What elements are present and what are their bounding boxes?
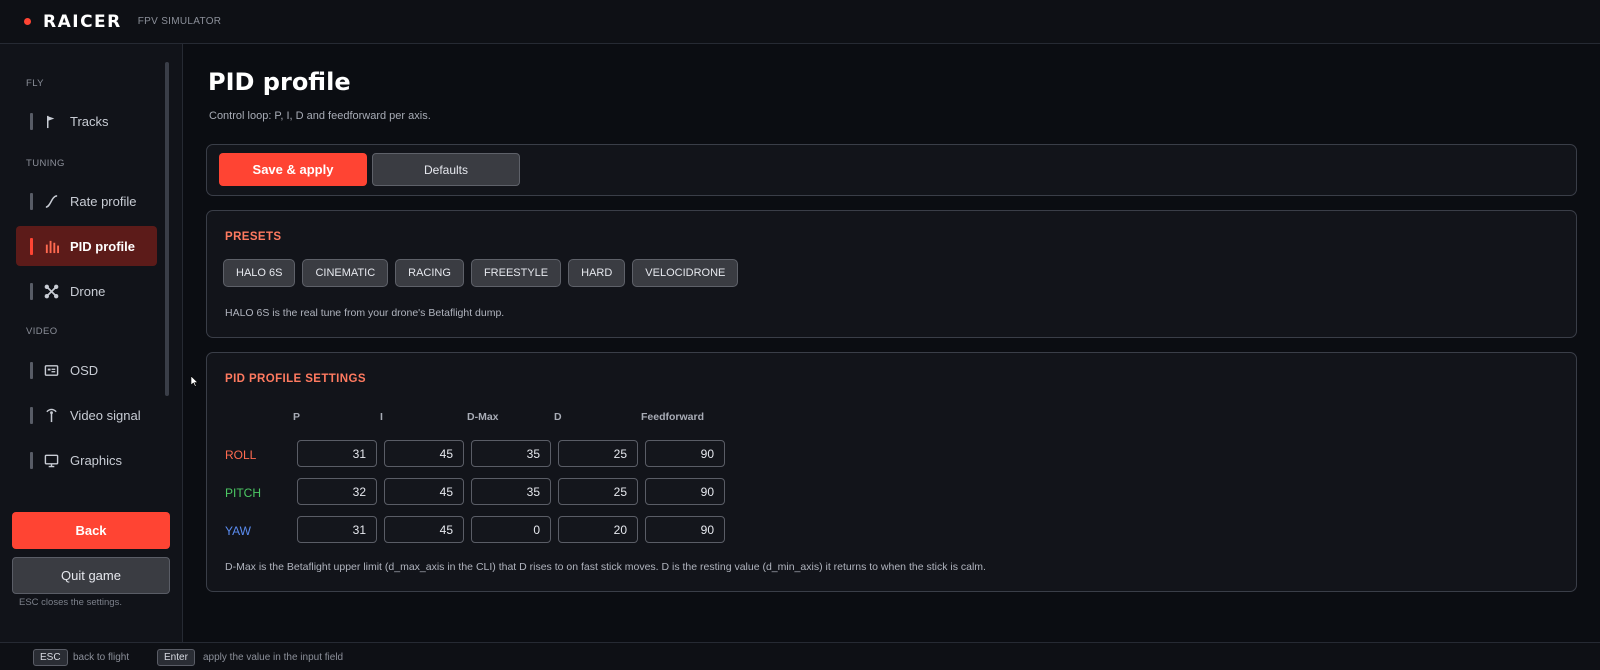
save-apply-button[interactable]: Save & apply — [219, 153, 367, 186]
pitch-p-input[interactable] — [297, 478, 377, 505]
monitor-icon — [43, 452, 59, 468]
preset-note: HALO 6S is the real tune from your drone… — [225, 307, 505, 319]
esc-key-badge: ESC — [33, 649, 68, 666]
pid-settings-panel: PID PROFILE SETTINGS P I D-Max D Feedfor… — [206, 352, 1577, 592]
yaw-d-max-input[interactable] — [471, 516, 551, 543]
pitch-i-input[interactable] — [384, 478, 464, 505]
presets-heading: PRESETS — [225, 231, 282, 243]
sidebar-item-label: Tracks — [70, 113, 109, 129]
nav-indicator — [30, 192, 33, 210]
yaw-d-input[interactable] — [558, 516, 638, 543]
sidebar-item-drone[interactable]: Drone — [16, 271, 157, 311]
preset-cinematic-button[interactable]: CINEMATIC — [302, 259, 389, 287]
sidebar-item-osd[interactable]: OSD — [16, 350, 157, 390]
yaw-p-input[interactable] — [297, 516, 377, 543]
sidebar-item-label: OSD — [70, 362, 99, 378]
pitch-feedforward-input[interactable] — [645, 478, 725, 505]
nav-indicator — [30, 451, 33, 469]
preset-list: HALO 6S CINEMATIC RACING FREESTYLE HARD … — [223, 259, 739, 287]
row-label-roll: ROLL — [225, 448, 257, 462]
bottom-hint-bar: ESC back to flight Enter apply the value… — [0, 642, 1600, 670]
section-label-tuning: TUNING — [26, 158, 65, 169]
row-label-pitch: PITCH — [225, 486, 261, 500]
column-header-p: P — [293, 411, 301, 423]
sidebar-scrollbar[interactable] — [165, 62, 169, 396]
enter-hint: apply the value in the input field — [203, 652, 344, 663]
esc-note: ESC closes the settings. — [19, 597, 122, 608]
presets-panel: PRESETS HALO 6S CINEMATIC RACING FREESTY… — [206, 210, 1577, 338]
sidebar: FLY Tracks TUNING Rate profile PID profi… — [0, 44, 183, 642]
top-bar: RAICER FPV SIMULATOR — [0, 0, 1600, 44]
esc-hint: back to flight — [73, 652, 130, 663]
nav-indicator — [30, 237, 33, 255]
main-content: PID profile Control loop: P, I, D and fe… — [184, 44, 1600, 642]
column-header-feedforward: Feedforward — [641, 411, 705, 423]
page-title: PID profile — [208, 68, 351, 96]
app-subtitle: FPV SIMULATOR — [137, 16, 222, 27]
sidebar-item-video-signal[interactable]: Video signal — [16, 395, 157, 435]
roll-p-input[interactable] — [297, 440, 377, 467]
pitch-d-input[interactable] — [558, 478, 638, 505]
preset-racing-button[interactable]: RACING — [395, 259, 464, 287]
osd-icon — [43, 362, 59, 378]
sidebar-item-label: Rate profile — [70, 193, 137, 209]
roll-d-input[interactable] — [558, 440, 638, 467]
nav-indicator — [30, 406, 33, 424]
sidebar-item-pid-profile[interactable]: PID profile — [16, 226, 157, 266]
page-subtitle: Control loop: P, I, D and feedforward pe… — [209, 110, 431, 122]
preset-velocidrone-button[interactable]: VELOCIDRONE — [632, 259, 739, 287]
sidebar-item-tracks[interactable]: Tracks — [16, 101, 157, 141]
pid-heading: PID PROFILE SETTINGS — [225, 373, 366, 385]
section-label-fly: FLY — [26, 78, 44, 89]
nav-indicator — [30, 112, 33, 130]
drone-icon — [43, 283, 59, 299]
sidebar-item-label: PID profile — [70, 238, 136, 254]
preset-hard-button[interactable]: HARD — [568, 259, 626, 287]
roll-feedforward-input[interactable] — [645, 440, 725, 467]
nav-indicator — [30, 282, 33, 300]
yaw-i-input[interactable] — [384, 516, 464, 543]
column-header-d: D — [554, 411, 562, 423]
defaults-button[interactable]: Defaults — [372, 153, 520, 186]
sidebar-item-graphics[interactable]: Graphics — [16, 440, 157, 480]
preset-freestyle-button[interactable]: FREESTYLE — [470, 259, 562, 287]
column-header-i: I — [380, 411, 383, 423]
sidebar-item-label: Drone — [70, 283, 106, 299]
pitch-d-max-input[interactable] — [471, 478, 551, 505]
antenna-icon — [43, 407, 59, 423]
sidebar-item-rate-profile[interactable]: Rate profile — [16, 181, 157, 221]
roll-d-max-input[interactable] — [471, 440, 551, 467]
flag-icon — [43, 113, 59, 129]
app-name: RAICER — [43, 11, 122, 32]
curve-icon — [43, 193, 59, 209]
roll-i-input[interactable] — [384, 440, 464, 467]
bars-icon — [43, 238, 59, 254]
row-label-yaw: YAW — [225, 524, 251, 538]
nav-indicator — [30, 361, 33, 379]
sidebar-item-label: Video signal — [70, 407, 141, 423]
enter-key-badge: Enter — [157, 649, 195, 666]
brand-dot-icon — [24, 18, 31, 25]
section-label-video: VIDEO — [26, 326, 58, 337]
sidebar-item-label: Graphics — [70, 452, 123, 468]
column-header-d-max: D-Max — [467, 411, 499, 423]
quit-game-button[interactable]: Quit game — [12, 557, 170, 594]
yaw-feedforward-input[interactable] — [645, 516, 725, 543]
pid-note: D-Max is the Betaflight upper limit (d_m… — [225, 561, 986, 573]
preset-halo-6s-button[interactable]: HALO 6S — [223, 259, 296, 287]
action-toolbar: Save & apply Defaults — [206, 144, 1577, 196]
back-button[interactable]: Back — [12, 512, 170, 549]
